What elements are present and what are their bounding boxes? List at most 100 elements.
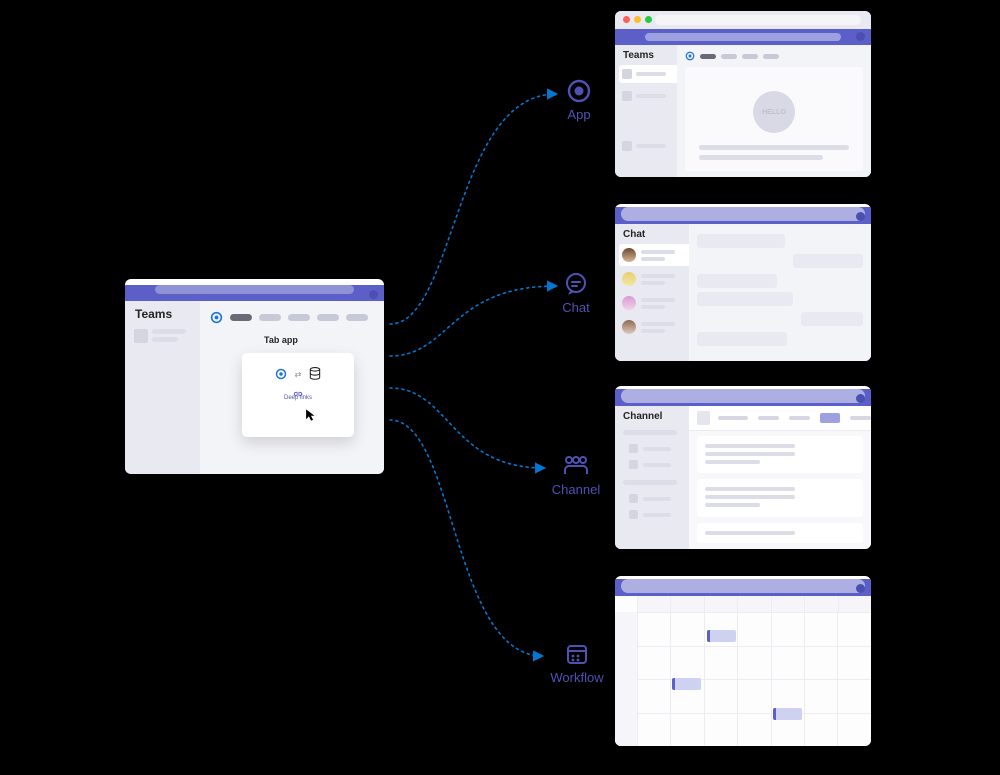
channel-tab [850, 416, 871, 420]
app-hero-panel: HELLO [685, 67, 863, 171]
people-group-icon [563, 454, 589, 478]
tab-app-title: Tab app [264, 335, 298, 345]
hello-badge: HELLO [753, 91, 795, 133]
app-sidebar: Teams [615, 45, 677, 177]
search-bar [621, 579, 865, 593]
target-channel: Channel [547, 454, 605, 497]
sidebar-item-line [636, 94, 666, 98]
search-bar [645, 33, 841, 41]
chat-name-line [641, 322, 675, 326]
sidebar-item-line [636, 144, 666, 148]
day-headers [637, 596, 871, 612]
avatar [622, 296, 636, 310]
text-line [699, 155, 823, 160]
address-bar [155, 285, 354, 294]
deep-links-label[interactable]: Deep links [242, 395, 354, 401]
tab [763, 54, 779, 59]
text-line [699, 145, 849, 150]
tab-app-pane: Tab app ⇄ [200, 301, 384, 474]
channel-tab [789, 416, 810, 420]
team-group-label [623, 430, 677, 435]
chat-message-incoming [697, 332, 787, 346]
team-group-label [623, 480, 677, 485]
mouse-cursor-icon [304, 408, 318, 422]
tab [721, 54, 737, 59]
tab [742, 54, 758, 59]
sidebar-title: Teams [623, 50, 654, 61]
chat-message-incoming [697, 274, 777, 288]
channel-tab-active [820, 413, 841, 423]
channel-name [718, 416, 748, 420]
post-card [697, 479, 863, 516]
post-card [697, 436, 863, 473]
chat-name-line [641, 298, 675, 302]
chat-preview-line [641, 329, 665, 333]
target-workflow-label: Workflow [550, 670, 603, 685]
window-control-icon [856, 394, 865, 403]
target-chat: Chat [558, 272, 594, 315]
calendar-content [615, 596, 871, 746]
target-window-channel: Channel [615, 386, 871, 549]
sidebar-item-icon [622, 141, 632, 151]
chat-bubble-icon [564, 272, 588, 296]
teams-sidebar: Teams [125, 301, 200, 474]
channel-avatar [697, 411, 710, 425]
source-teams-window: Teams Tab app [125, 279, 384, 474]
browser-titlebar [615, 11, 871, 29]
app-content: HELLO [677, 45, 871, 177]
bidirectional-arrow-icon: ⇄ [295, 370, 302, 379]
chat-message-incoming [697, 234, 785, 248]
sidebar-title: Teams [135, 307, 172, 321]
target-window-workflow [615, 576, 871, 746]
calendar-event [707, 630, 736, 642]
calendar-event [672, 678, 701, 690]
channel-item [629, 444, 671, 453]
tab [346, 314, 368, 321]
chat-preview-line [641, 305, 665, 309]
target-app: App [561, 79, 597, 122]
target-window-chat: Chat [615, 204, 871, 361]
tab-active [230, 314, 252, 321]
target-window-app: Teams HELLO [615, 11, 871, 177]
tab [288, 314, 310, 321]
url-bar [655, 15, 861, 25]
target-channel-label: Channel [552, 482, 600, 497]
search-bar [621, 207, 865, 221]
mac-traffic-lights [623, 16, 652, 23]
chat-thread [689, 224, 871, 361]
time-gutter [615, 612, 637, 746]
teams-titlebar [615, 29, 871, 45]
sidebar-title: Channel [623, 411, 662, 422]
swirl-logo-icon [210, 311, 223, 324]
channel-header [689, 406, 871, 431]
target-workflow: Workflow [544, 642, 610, 685]
channel-tab [758, 416, 779, 420]
window-control-icon [856, 32, 865, 41]
search-bar [621, 389, 865, 403]
post-card [697, 523, 863, 543]
channel-content [689, 406, 871, 549]
channel-item [629, 460, 671, 469]
diagram-stage: App Chat Channel Workflow [0, 0, 1000, 775]
calendar-grid [637, 612, 871, 746]
chat-preview-line [641, 257, 665, 261]
chat-name-line [641, 250, 675, 254]
sidebar-title: Chat [623, 229, 645, 240]
tab [259, 314, 281, 321]
channel-posts [697, 436, 863, 543]
channel-item [629, 510, 671, 519]
avatar [622, 320, 636, 334]
sidebar-item-icon [134, 329, 148, 343]
window-control-icon [856, 212, 865, 221]
swirl-logo-icon [275, 368, 287, 380]
chat-sidebar: Chat [615, 224, 689, 361]
calendar-event [773, 708, 802, 720]
channel-sidebar: Channel [615, 406, 689, 549]
tab-active [700, 54, 716, 59]
target-app-label: App [567, 107, 590, 122]
avatar [622, 248, 636, 262]
sidebar-item-icon [622, 91, 632, 101]
chat-message-incoming [697, 292, 793, 306]
tab [317, 314, 339, 321]
swirl-logo-icon [685, 51, 695, 61]
